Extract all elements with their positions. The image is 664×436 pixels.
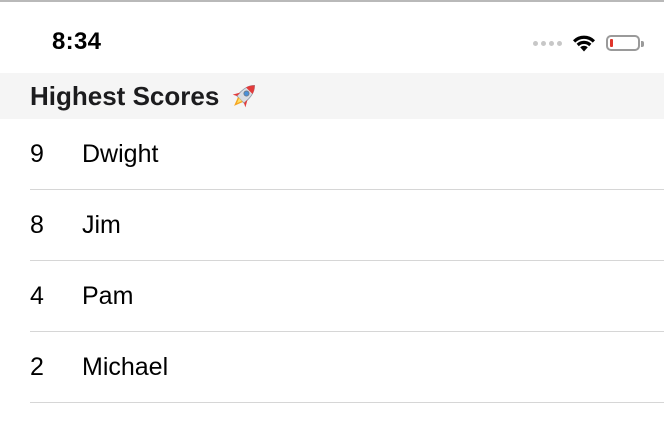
- battery-level: [610, 39, 613, 47]
- scores-list: 9 Dwight 8 Jim 4 Pam 2 Michael: [0, 119, 664, 403]
- wifi-icon: [573, 35, 595, 52]
- score-value: 9: [30, 140, 44, 168]
- signal-dots-icon: [533, 40, 562, 46]
- player-name: Dwight: [82, 140, 159, 168]
- section-header: Highest Scores: [0, 73, 664, 119]
- list-item[interactable]: 9 Dwight: [0, 119, 664, 190]
- player-name: Michael: [82, 353, 169, 381]
- section-title: Highest Scores: [30, 80, 220, 111]
- score-value: 4: [30, 282, 44, 310]
- player-name: Jim: [82, 211, 121, 239]
- battery-icon: [606, 35, 644, 51]
- status-time: 8:34: [52, 28, 102, 55]
- rocket-icon: [232, 84, 256, 108]
- app-screen: 8:34 Highest Scores 9 Dwight 8 Jim 4 Pam…: [0, 0, 664, 436]
- list-item[interactable]: 8 Jim: [0, 190, 664, 261]
- list-item[interactable]: 4 Pam: [0, 261, 664, 332]
- status-icons: [533, 32, 644, 54]
- player-name: Pam: [82, 282, 134, 310]
- score-value: 2: [30, 353, 44, 381]
- status-bar: 8:34: [0, 2, 664, 72]
- list-item[interactable]: 2 Michael: [0, 332, 664, 403]
- score-value: 8: [30, 211, 44, 239]
